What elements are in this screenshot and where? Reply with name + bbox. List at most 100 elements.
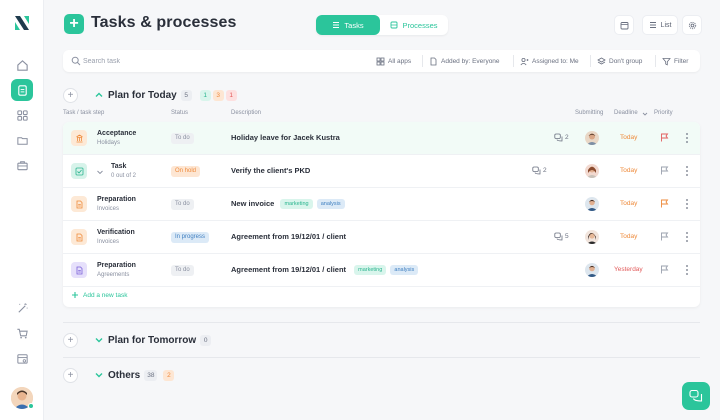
chevron-up-icon[interactable] [94, 90, 104, 100]
col-submitting: Submitting [575, 110, 604, 116]
chat-icon [689, 389, 703, 402]
description-text: Verify the client's PKD [231, 166, 311, 175]
flag-icon[interactable] [660, 265, 669, 274]
status-badge: To do [171, 265, 194, 276]
add-to-group-button[interactable]: + [63, 332, 78, 348]
chevron-down-icon[interactable] [94, 370, 104, 380]
comments-count[interactable]: 5 [554, 232, 569, 241]
more-icon[interactable] [685, 132, 689, 144]
deadline: Yesterday [614, 266, 643, 273]
document-icon [71, 229, 87, 245]
col-step: Task / task step [63, 110, 105, 116]
step-subtitle: Agreements [97, 272, 130, 278]
more-icon[interactable] [685, 264, 689, 276]
tag[interactable]: analysis [316, 199, 345, 209]
table-row[interactable]: Acceptance Holidays To do Holiday leave … [63, 122, 700, 155]
home-icon[interactable] [11, 54, 33, 76]
avatar [585, 263, 599, 277]
cart-icon[interactable] [11, 322, 33, 344]
top-bar: + Tasks & processes Tasks Processes List [44, 0, 720, 48]
add-to-group-button[interactable]: + [63, 367, 78, 383]
add-button[interactable]: + [64, 14, 84, 34]
flag-icon[interactable] [660, 232, 669, 241]
assigned-to-filter[interactable]: Assigned to: Me [520, 50, 579, 72]
step-title: Acceptance [97, 130, 137, 137]
green-badge: 1 [199, 89, 211, 101]
app-logo[interactable] [13, 14, 31, 32]
tag[interactable]: marketing [280, 199, 313, 209]
status-badge: In progress [171, 232, 210, 243]
flag-icon[interactable] [660, 199, 669, 208]
table-row[interactable]: Preparation Invoices To do New invoice m… [63, 188, 700, 221]
deadline: Today [620, 134, 638, 141]
table-row[interactable]: Verification Invoices In progress Agreem… [63, 221, 700, 254]
grid-icon[interactable] [11, 104, 33, 126]
plus-icon [72, 292, 78, 298]
orange-badge: 2 [163, 369, 175, 381]
col-priority: Priority [654, 110, 673, 116]
all-apps-label: All apps [388, 57, 412, 65]
magic-wand-icon[interactable] [11, 297, 33, 319]
group-tomorrow-header: + Plan for Tomorrow 0 [63, 329, 212, 351]
all-apps-filter[interactable]: All apps [376, 50, 411, 72]
avatar [585, 131, 599, 145]
col-deadline[interactable]: Deadline [614, 110, 638, 116]
list-view-button[interactable]: List [642, 15, 678, 35]
page-title: Tasks & processes [91, 14, 237, 31]
status-badge: On hold [171, 166, 201, 177]
avatar [585, 197, 599, 211]
comments-icon [554, 133, 563, 142]
tag[interactable]: marketing [354, 265, 387, 275]
task-description: New invoice marketing analysis [231, 199, 345, 209]
more-icon[interactable] [685, 198, 689, 210]
table-row[interactable]: Task 0 out of 2 On hold Verify the clien… [63, 155, 700, 188]
add-task-link[interactable]: Add a new task [71, 291, 127, 299]
process-icon [391, 21, 398, 29]
sidebar [0, 0, 44, 420]
comments-number: 2 [565, 134, 569, 141]
briefcase-icon[interactable] [11, 154, 33, 176]
chevron-down-icon[interactable] [642, 111, 648, 117]
tab-processes[interactable]: Processes [382, 15, 446, 35]
task-description: Agreement from 19/12/01 / client marketi… [231, 265, 419, 275]
count-badge: 38 [144, 369, 158, 381]
chevron-down-icon[interactable] [96, 168, 104, 176]
chat-button[interactable] [682, 382, 710, 410]
tab-tasks[interactable]: Tasks [316, 15, 380, 35]
more-icon[interactable] [685, 231, 689, 243]
comments-count[interactable]: 2 [532, 166, 547, 175]
count-badge: 5 [180, 89, 192, 101]
flag-icon[interactable] [660, 166, 669, 175]
added-by-filter[interactable]: Added by: Everyone [429, 50, 500, 72]
col-status: Status [171, 110, 189, 116]
more-icon[interactable] [685, 165, 689, 177]
list-icon [649, 22, 656, 28]
divider [655, 55, 656, 67]
tasks-icon[interactable] [11, 79, 33, 101]
group-filter[interactable]: Don't group [597, 50, 642, 72]
task-description: Verify the client's PKD [231, 166, 310, 175]
red-badge: 1 [225, 89, 237, 101]
divider [513, 55, 514, 67]
divider [422, 55, 423, 67]
task-description: Holiday leave for Jacek Kustra [231, 133, 340, 142]
folder-icon[interactable] [11, 129, 33, 151]
settings-calendar-icon[interactable] [11, 347, 33, 369]
tab-tasks-label: Tasks [344, 20, 364, 30]
flag-icon[interactable] [660, 133, 669, 142]
settings-button[interactable] [682, 15, 702, 35]
divider [590, 55, 591, 67]
chevron-down-icon[interactable] [94, 335, 104, 345]
filter-button[interactable]: Filter [662, 50, 688, 72]
search-input[interactable] [83, 53, 263, 69]
comments-count[interactable]: 2 [554, 133, 569, 142]
table-row[interactable]: Preparation Agreements To do Agreement f… [63, 254, 700, 287]
added-by-label: Added by: Everyone [441, 57, 500, 65]
column-headers: Task / task step Status Description Subm… [63, 108, 700, 120]
add-to-group-button[interactable]: + [63, 87, 78, 103]
checklist-icon [71, 163, 87, 179]
calendar-button[interactable] [614, 15, 634, 35]
tag[interactable]: analysis [390, 265, 419, 275]
funnel-icon [662, 57, 671, 65]
list-view-label: List [660, 21, 672, 29]
